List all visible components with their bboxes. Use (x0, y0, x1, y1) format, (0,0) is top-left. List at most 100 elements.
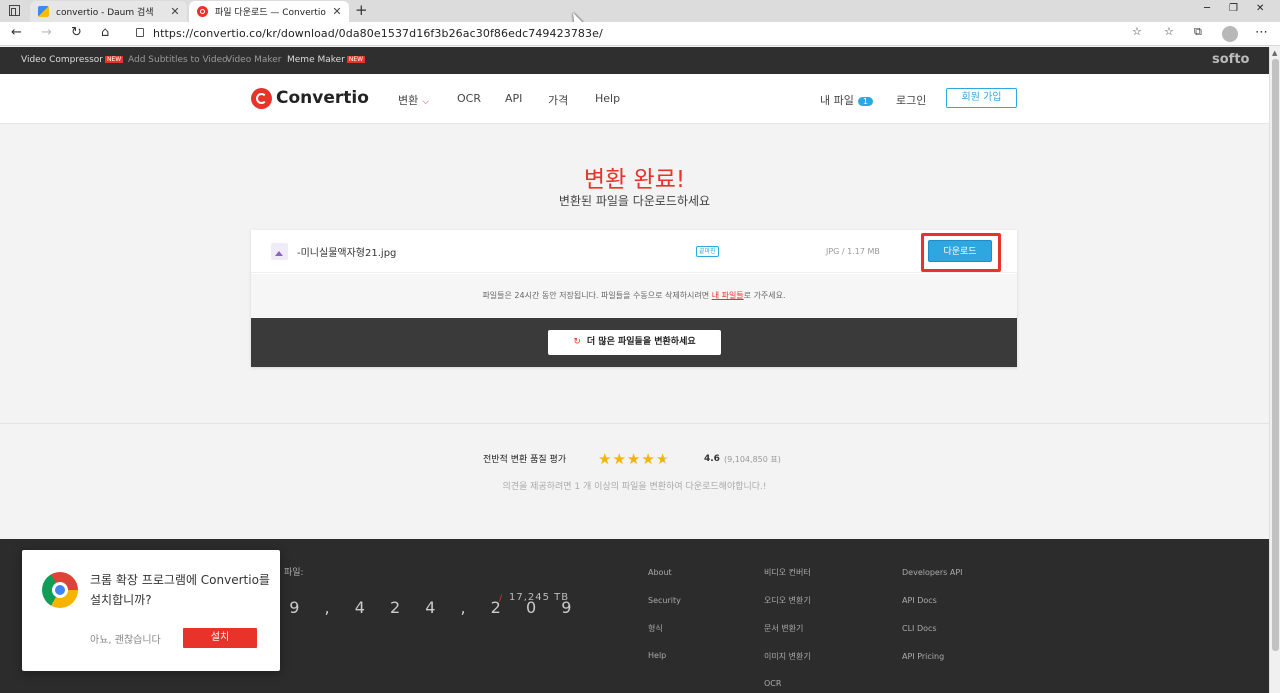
promo-add-subtitles[interactable]: Add Subtitles to Video (128, 55, 228, 65)
footer-link-api-pricing[interactable]: API Pricing (902, 652, 944, 661)
convert-more-bar: ↻ 더 많은 파일들을 변환하세요 (251, 318, 1017, 367)
scroll-up-icon[interactable]: ▲ (1272, 49, 1277, 57)
nav-convert[interactable]: 변환 ⌵ (398, 92, 429, 108)
nav-api[interactable]: API (505, 92, 522, 105)
convert-more-label: 더 많은 파일들을 변환하세요 (586, 337, 696, 347)
scroll-thumb[interactable] (1272, 59, 1279, 651)
install-button[interactable]: 설치 (183, 628, 257, 648)
page-subtitle: 변환된 파일을 다운로드하세요 (558, 194, 711, 208)
footer-link-security[interactable]: Security (648, 596, 681, 605)
tab-title: 파일 다운로드 — Convertio (215, 8, 326, 18)
rating-hint: 의견을 제공하려면 1 개 이상의 파일을 변환하여 다운로드해야합니다.! (502, 482, 767, 492)
back-icon[interactable]: ← (11, 25, 22, 40)
tab-actions-icon[interactable] (9, 5, 20, 16)
data-volume: 17,245 TB (509, 592, 570, 603)
rating-value: 4.6 (704, 454, 720, 464)
promo-bar: Video Compressor NEW Add Subtitles to Vid… (0, 47, 1269, 74)
favorites-icon[interactable]: ☆ (1164, 25, 1174, 38)
stat-separator: / (499, 594, 503, 604)
more-menu-icon[interactable]: ⋯ (1255, 25, 1268, 40)
browser-tab-bar: convertio - Daum 검색 ✕ 파일 다운로드 — Converti… (0, 0, 1280, 22)
home-icon[interactable]: ⌂ (101, 25, 109, 40)
decline-button[interactable]: 아뇨, 괜찮습니다 (90, 631, 161, 646)
nav-ocr[interactable]: OCR (457, 92, 481, 105)
promo-label: Video Compressor (21, 55, 103, 65)
status-badge: 끝마친 (696, 246, 719, 257)
star-icon[interactable]: ★ (641, 450, 655, 468)
minimize-icon[interactable]: ─ (1204, 3, 1210, 14)
promo-video-compressor[interactable]: Video Compressor NEW (21, 55, 124, 65)
divider (0, 423, 1269, 424)
download-button[interactable]: 다운로드 (928, 240, 992, 262)
rating-count: (9,104,850 표) (724, 455, 781, 464)
browser-tab-daum[interactable]: convertio - Daum 검색 ✕ (30, 1, 187, 22)
star-icon[interactable]: ★ (627, 450, 641, 468)
nav-help[interactable]: Help (595, 92, 620, 105)
rating-label: 전반적 변환 품질 평가 (483, 455, 567, 465)
footer-link-about[interactable]: About (648, 568, 672, 577)
storage-note: 파일들은 24시간 동안 저장됩니다. 파일들을 수동으로 삭제하시려면 내 파… (251, 274, 1017, 318)
footer-link-ocr[interactable]: OCR (764, 679, 781, 688)
page-scrollbar[interactable]: ▲ (1269, 47, 1280, 693)
close-window-icon[interactable]: ✕ (1256, 3, 1264, 14)
collections-icon[interactable]: ⧉ (1194, 25, 1202, 39)
footer-link-image-converter[interactable]: 이미지 변환기 (764, 651, 811, 662)
my-files-label: 내 파일 (820, 94, 854, 107)
new-badge: NEW (104, 56, 124, 63)
footer-link-developers-api[interactable]: Developers API (902, 568, 963, 577)
footer-link-formats[interactable]: 형식 (648, 623, 663, 634)
favorite-add-icon[interactable]: ☆ (1132, 25, 1142, 38)
my-files-inline-link[interactable]: 내 파일들 (712, 291, 744, 300)
tab-title: convertio - Daum 검색 (56, 8, 154, 18)
url-field[interactable]: https://convertio.co/kr/download/0da80e1… (153, 27, 603, 40)
my-files-link[interactable]: 내 파일 1 (820, 92, 873, 108)
site-header: Convertio 변환 ⌵ OCR API 가격 Help 내 파일 1 로그인 … (0, 74, 1269, 124)
footer-link-video-converter[interactable]: 비디오 컨버터 (764, 567, 811, 578)
restore-icon[interactable]: ❐ (1229, 3, 1238, 14)
star-half-icon[interactable]: ★ (656, 450, 670, 468)
file-meta: JPG / 1.17 MB (826, 247, 880, 256)
promo-label: Meme Maker (287, 55, 345, 65)
refresh-icon: ↻ (573, 337, 581, 347)
image-file-icon (271, 243, 288, 260)
convertio-favicon-icon (197, 6, 208, 17)
close-tab-icon[interactable]: ✕ (330, 5, 344, 18)
new-badge: NEW (346, 56, 366, 63)
lock-icon[interactable] (136, 28, 144, 37)
new-tab-button[interactable]: + (355, 1, 368, 19)
profile-avatar-icon[interactable] (1222, 26, 1238, 42)
convert-more-button[interactable]: ↻ 더 많은 파일들을 변환하세요 (548, 330, 721, 355)
footer-link-document-converter[interactable]: 문서 변환기 (764, 623, 803, 634)
footer-link-cli-docs[interactable]: CLI Docs (902, 624, 937, 633)
nav-pricing[interactable]: 가격 (548, 92, 568, 108)
softo-logo[interactable]: softo (1212, 52, 1249, 67)
reload-icon[interactable]: ↻ (71, 25, 82, 40)
star-icon[interactable]: ★ (612, 450, 626, 468)
file-name: -미니실물액자형21.jpg (297, 248, 397, 259)
logo-text[interactable]: Convertio (276, 88, 369, 108)
star-icon[interactable]: ★ (598, 450, 612, 468)
footer-link-audio-converter[interactable]: 오디오 변환기 (764, 595, 811, 606)
page-title: 변환 완료! (583, 167, 686, 193)
address-bar: ← → ↻ ⌂ https://convertio.co/kr/download… (0, 22, 1280, 46)
extension-popup: 크롬 확장 프로그램에 Convertio를 설치합니까? 아뇨, 괜찮습니다 … (22, 550, 280, 671)
convertio-logo-icon[interactable] (251, 88, 272, 109)
rating-stars[interactable]: ★★★★★ (598, 450, 670, 468)
close-tab-icon[interactable]: ✕ (168, 5, 182, 18)
forward-icon[interactable]: → (41, 25, 52, 40)
login-link[interactable]: 로그인 (896, 92, 926, 108)
note-text: 파일들은 24시간 동안 저장됩니다. 파일들을 수동으로 삭제하시려면 (482, 291, 712, 300)
footer-link-help[interactable]: Help (648, 651, 666, 660)
footer-link-api-docs[interactable]: API Docs (902, 596, 937, 605)
chevron-down-icon: ⌵ (422, 97, 430, 107)
result-card: -미니실물액자형21.jpg 끝마친 JPG / 1.17 MB 다운로드 파일… (251, 230, 1017, 367)
chrome-icon (42, 572, 78, 608)
nav-label: 변환 (398, 94, 419, 107)
files-stat-label: 파일: (284, 568, 304, 578)
promo-meme-maker[interactable]: Meme Maker NEW (287, 55, 366, 65)
signup-button[interactable]: 회원 가입 (946, 88, 1017, 108)
file-count-badge: 1 (857, 97, 873, 106)
note-suffix: 로 가주세요. (743, 291, 786, 300)
browser-tab-convertio[interactable]: 파일 다운로드 — Convertio ✕ (189, 1, 349, 22)
promo-video-maker[interactable]: Video Maker (226, 55, 282, 65)
